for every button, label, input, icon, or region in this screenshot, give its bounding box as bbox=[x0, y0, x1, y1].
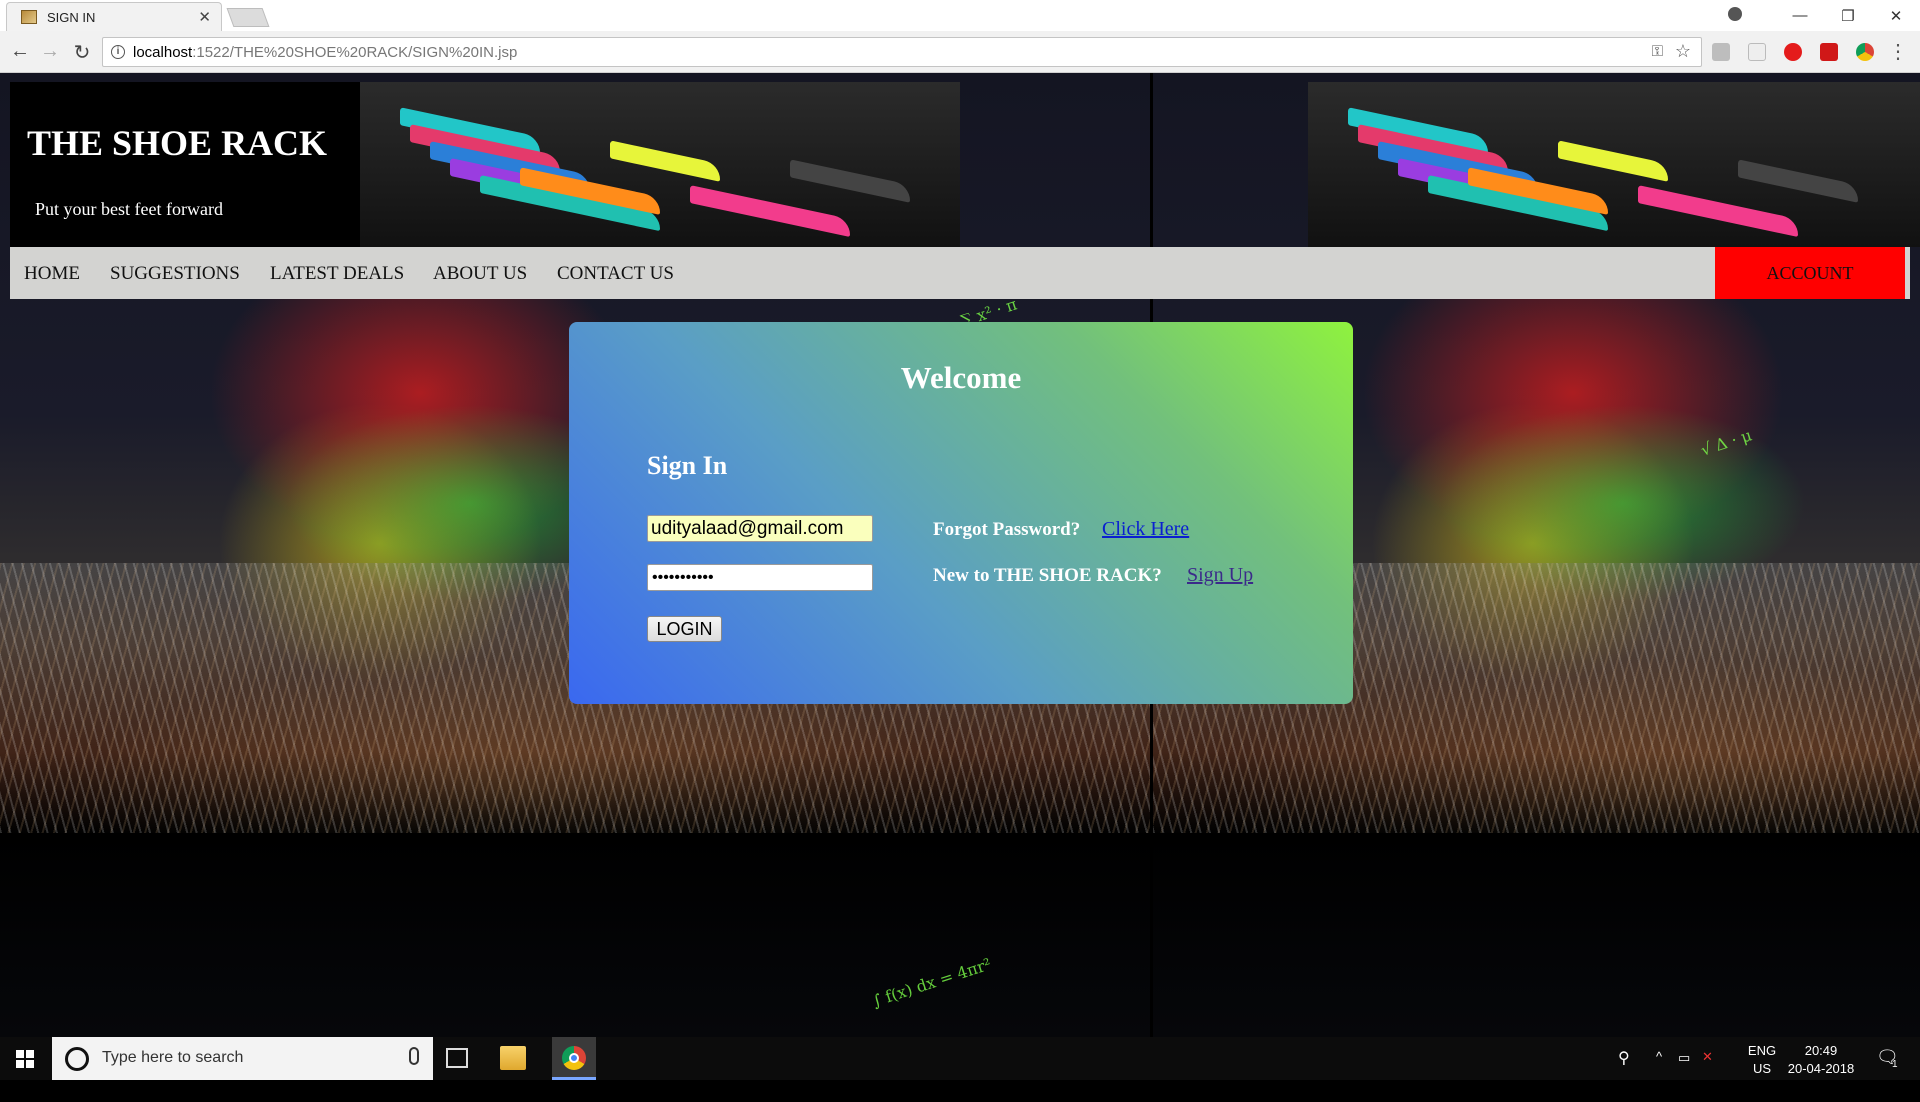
video-extension-icon[interactable] bbox=[1820, 43, 1838, 61]
nav-latest-deals[interactable]: LATEST DEALS bbox=[270, 263, 404, 285]
email-field[interactable] bbox=[647, 515, 873, 542]
header-banner-image-2 bbox=[1308, 82, 1920, 247]
account-button[interactable]: ACCOUNT bbox=[1715, 247, 1905, 299]
opera-extension-icon[interactable] bbox=[1784, 43, 1802, 61]
clock-time: 20:49 bbox=[1804, 1043, 1838, 1058]
taskbar-search-placeholder: Type here to search bbox=[102, 1049, 244, 1066]
windows-taskbar: Type here to search ⚲ ^ ▭ ✕ ENG US 20:49… bbox=[0, 1037, 1920, 1080]
nav-suggestions[interactable]: SUGGESTIONS bbox=[110, 263, 240, 285]
windows-start-icon[interactable] bbox=[16, 1050, 34, 1068]
system-clock[interactable]: 20:49 20-04-2018 bbox=[1786, 1042, 1856, 1078]
login-button[interactable]: LOGIN bbox=[647, 616, 722, 642]
login-card: Welcome Sign In LOGIN Forgot Password? C… bbox=[569, 322, 1353, 704]
address-bar[interactable]: i localhost:1522/THE%20SHOE%20RACK/SIGN%… bbox=[102, 37, 1702, 67]
nav-home[interactable]: HOME bbox=[24, 263, 80, 285]
extension-page-icon[interactable] bbox=[1748, 43, 1766, 61]
google-extension-icon[interactable] bbox=[1856, 43, 1874, 61]
chrome-icon bbox=[562, 1046, 586, 1070]
site-info-icon[interactable]: i bbox=[111, 45, 125, 59]
sign-in-heading: Sign In bbox=[647, 451, 728, 480]
page-viewport: ∑ x² · π ∫ f(x) dx = 4πr² √ Δ · μ THE SH… bbox=[0, 73, 1920, 1037]
browser-menu-icon[interactable]: ⋮ bbox=[1888, 39, 1908, 64]
new-user-label: New to THE SHOE RACK? bbox=[933, 565, 1162, 586]
forgot-password-label: Forgot Password? bbox=[933, 519, 1081, 540]
new-tab-button[interactable] bbox=[226, 8, 270, 27]
network-icon[interactable]: ✕ bbox=[1702, 1049, 1713, 1092]
site-favicon-icon bbox=[21, 10, 37, 24]
password-field[interactable] bbox=[647, 564, 873, 591]
nav-contact-us[interactable]: CONTACT US bbox=[557, 263, 674, 285]
sign-up-link[interactable]: Sign Up bbox=[1187, 564, 1253, 587]
restore-icon[interactable]: ❐ bbox=[1824, 7, 1872, 25]
browser-toolbar: ← → ↻ i localhost:1522/THE%20SHOE%20RACK… bbox=[0, 31, 1920, 73]
tab-close-icon[interactable]: ✕ bbox=[198, 8, 211, 26]
nav-about-us[interactable]: ABOUT US bbox=[433, 263, 527, 285]
back-arrow-icon[interactable]: ← bbox=[8, 40, 32, 63]
browser-tab-active[interactable]: SIGN IN ✕ bbox=[6, 2, 222, 31]
file-explorer-icon[interactable] bbox=[500, 1046, 526, 1070]
window-controls: — ❐ ✕ bbox=[1728, 0, 1920, 31]
main-nav: HOME SUGGESTIONS LATEST DEALS ABOUT US C… bbox=[10, 247, 1910, 299]
clock-date: 20-04-2018 bbox=[1787, 1061, 1855, 1076]
header-banner-image bbox=[360, 82, 960, 247]
language-indicator[interactable]: ENG US bbox=[1746, 1042, 1778, 1078]
extension-cube-icon[interactable] bbox=[1712, 43, 1730, 61]
browser-tabstrip: SIGN IN ✕ — ❐ ✕ bbox=[0, 0, 1920, 31]
close-window-icon[interactable]: ✕ bbox=[1872, 7, 1920, 25]
battery-icon[interactable]: ▭ bbox=[1678, 1050, 1690, 1093]
url-text[interactable]: localhost:1522/THE%20SHOE%20RACK/SIGN%20… bbox=[133, 44, 517, 61]
bookmark-star-icon[interactable]: ☆ bbox=[1675, 41, 1691, 62]
notification-count: 1 bbox=[1892, 1059, 1898, 1070]
taskbar-search-box[interactable]: Type here to search bbox=[52, 1037, 433, 1080]
cortana-icon[interactable] bbox=[65, 1047, 89, 1071]
chrome-taskbar-button[interactable] bbox=[552, 1037, 596, 1080]
tray-chevron-icon[interactable]: ^ bbox=[1656, 1049, 1662, 1092]
site-title: THE SHOE RACK bbox=[27, 123, 328, 163]
minimize-icon[interactable]: — bbox=[1776, 7, 1824, 24]
site-tagline: Put your best feet forward bbox=[35, 199, 223, 219]
people-icon[interactable]: ⚲ bbox=[1618, 1048, 1630, 1091]
reload-icon[interactable]: ↻ bbox=[70, 40, 94, 65]
tab-title: SIGN IN bbox=[47, 10, 96, 25]
welcome-heading: Welcome bbox=[900, 360, 1022, 395]
header-banner-repeat bbox=[1308, 82, 1920, 247]
forgot-password-link[interactable]: Click Here bbox=[1102, 518, 1189, 541]
background-lower bbox=[0, 833, 1150, 1037]
key-icon[interactable]: ⚿ bbox=[1652, 43, 1663, 60]
forward-arrow-icon[interactable]: → bbox=[38, 40, 62, 63]
background-lower-repeat bbox=[1153, 833, 1920, 1037]
task-view-icon[interactable] bbox=[446, 1048, 468, 1068]
profile-icon[interactable] bbox=[1728, 6, 1776, 25]
microphone-icon[interactable] bbox=[409, 1047, 419, 1065]
